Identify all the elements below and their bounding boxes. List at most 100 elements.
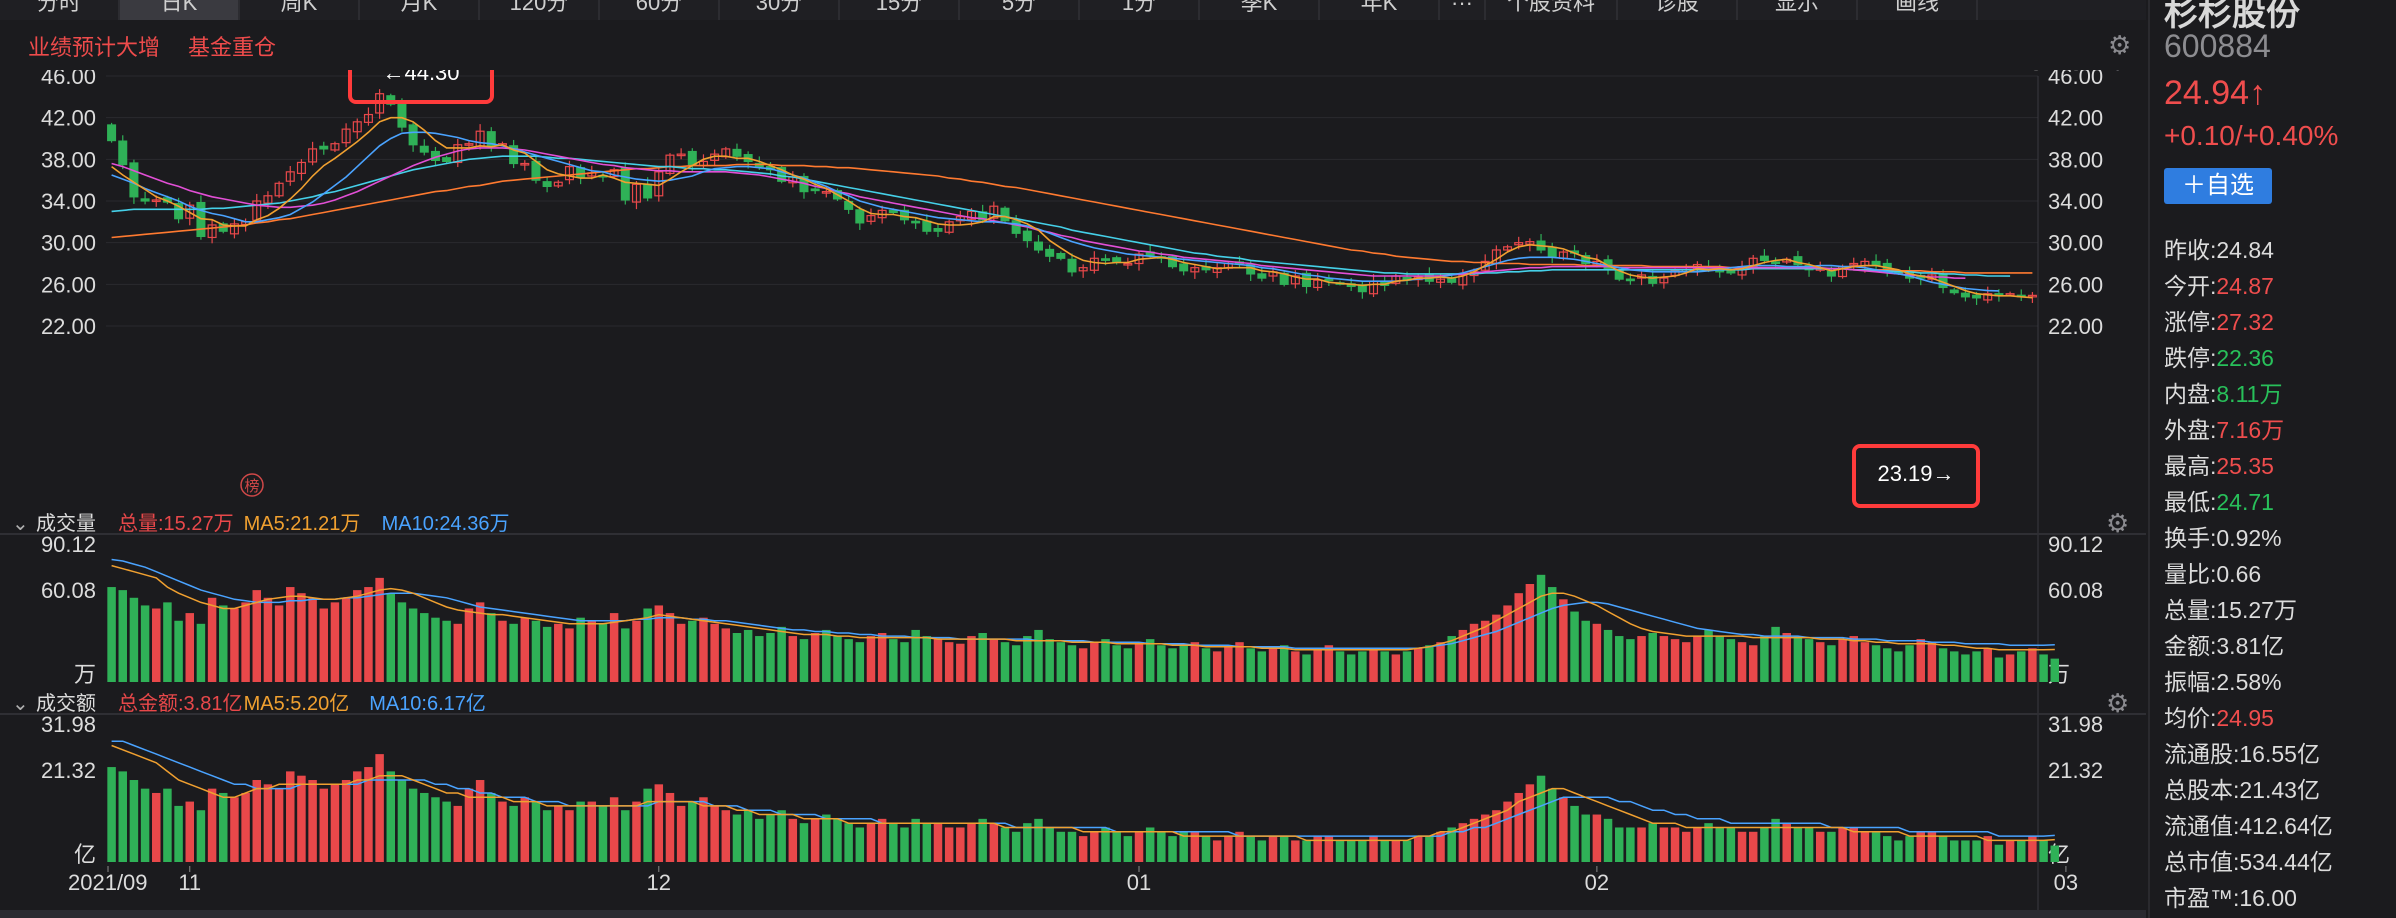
volume-bar [420, 792, 429, 862]
y-tick-left: 30.00 [41, 231, 96, 256]
volume-bar [1045, 827, 1054, 862]
settings-gear-icon[interactable]: ⚙ [2108, 32, 2131, 58]
tab-14[interactable]: 诊股 [1618, 0, 1738, 20]
volume-bar [1268, 836, 1278, 862]
tab-4[interactable]: 120分 [480, 0, 600, 20]
volume-bar [587, 620, 597, 682]
volume-bar [1793, 636, 1803, 682]
stock-chart-svg: ⌄MAMA5:24.72MA10:25.37MA20:26.59MA30:26.… [0, 36, 2346, 910]
volume-bar [1536, 574, 1546, 682]
tab-12[interactable]: ··· [1440, 0, 1486, 20]
volume-bar [1023, 636, 1032, 682]
stat-value: 7.16万 [2216, 417, 2285, 443]
volume-bar [587, 801, 597, 862]
x-label: 01 [1127, 870, 1151, 895]
volume-bar [219, 792, 228, 862]
volume-bar [1268, 648, 1278, 682]
volume-bar [241, 602, 250, 682]
volume-bar [1257, 840, 1267, 862]
tab-6[interactable]: 30分 [720, 0, 840, 20]
volume-bar [1157, 831, 1166, 862]
volume-bar [1358, 840, 1367, 862]
volume-bar [755, 818, 764, 862]
tab-11[interactable]: 年K [1320, 0, 1440, 20]
candle [1056, 253, 1066, 259]
volume-bar [1838, 639, 1847, 682]
y-tick-right: 46.00 [2048, 70, 2103, 89]
volume-bar [1614, 636, 1624, 682]
adjust-chevron-icon: ⌄ [1918, 70, 1935, 73]
tab-15[interactable]: 显示 [1738, 0, 1858, 20]
candle [1179, 263, 1189, 272]
tab-2[interactable]: 周K [240, 0, 360, 20]
volume-bar [1246, 836, 1255, 862]
y-tick-right: 42.00 [2048, 106, 2103, 131]
stat-label: 今开: [2164, 273, 2217, 299]
tab-9[interactable]: 1分 [1080, 0, 1200, 20]
volume-bar [1335, 840, 1345, 862]
volume-bar [1681, 642, 1691, 682]
earnings-forecast-link[interactable]: 业绩预计大增 [28, 30, 160, 62]
volume-bar [1994, 844, 2004, 862]
volume-bar [1581, 620, 1590, 682]
volume-bar [1838, 827, 1847, 862]
stat-row: 昨收:24.84 [2164, 232, 2394, 268]
main-collapse-icon: ⌄ [12, 70, 29, 73]
candle [1625, 278, 1635, 282]
tab-10[interactable]: 季K [1200, 0, 1320, 20]
candle [810, 188, 820, 192]
volume-bar [531, 620, 541, 682]
add-watchlist-button[interactable]: ＋自选 [2164, 168, 2272, 204]
tab-5[interactable]: 60分 [600, 0, 720, 20]
stat-label: 跌停: [2164, 345, 2217, 371]
candle [397, 103, 407, 128]
stat-row: 跌停:22.36 [2164, 340, 2394, 376]
volume-bar [598, 623, 608, 682]
fund-holdings-link[interactable]: 基金重仓 [188, 30, 276, 62]
tab-3[interactable]: 月K [360, 0, 480, 20]
app-root: 分时 日K 周K 月K 120分 60分 30分 15分 5分 1分 季K 年K ··· 个股资料 诊股 显示… [0, 0, 2396, 918]
tab-1[interactable]: 日K [120, 0, 240, 20]
volume-bar [1670, 827, 1680, 862]
volume-bar [1324, 645, 1334, 682]
stat-label: 总市值: [2164, 849, 2240, 875]
stat-label: 换手: [2164, 525, 2217, 551]
tab-13[interactable]: 个股资料 [1486, 0, 1618, 20]
volume-bar [1134, 831, 1144, 862]
volume-bar [1212, 651, 1222, 682]
volume-bar [207, 597, 217, 682]
panel-collapse-icon: ⌄ [12, 513, 29, 535]
volume-bar [1726, 639, 1736, 682]
tab-0[interactable]: 分时 [0, 0, 120, 20]
volume-bar [565, 628, 574, 682]
bottom-scrollbar[interactable] [0, 910, 2146, 918]
quote-panel: 杉杉股份 600884 24.94↑ +0.10/+0.40% ＋自选 昨收:2… [2148, 0, 2396, 918]
volume-bar [375, 754, 384, 862]
volume-bar [743, 629, 753, 682]
candle [1011, 220, 1021, 234]
stat-row: 最高:25.35 [2164, 448, 2394, 484]
volume-bar [1882, 648, 1892, 682]
volume-bar [1358, 651, 1367, 682]
tab-7[interactable]: 15分 [840, 0, 960, 20]
volume-bar [542, 626, 552, 682]
volume-bar [911, 818, 920, 862]
volume-bar [1536, 775, 1546, 862]
volume-bar [364, 587, 373, 682]
y-tick-right: 38.00 [2048, 147, 2103, 172]
candle [118, 140, 128, 166]
chart-area: ⌄MAMA5:24.72MA10:25.37MA20:26.59MA30:26.… [0, 36, 2346, 915]
volume-bar [274, 788, 284, 862]
tab-8[interactable]: 5分 [960, 0, 1080, 20]
volume-bar [1894, 651, 1903, 682]
volume-bar [1972, 840, 1981, 862]
tab-16[interactable]: 画线 [1858, 0, 1978, 20]
volume-bar [1804, 827, 1814, 862]
volume-bar [922, 823, 932, 862]
candle [1972, 294, 1982, 299]
volume-bar [118, 771, 127, 862]
volume-bar [1302, 654, 1311, 682]
volume-bar [1603, 818, 1613, 862]
period-tabs: 分时 日K 周K 月K 120分 60分 30分 15分 5分 1分 季K 年K ··· 个股资料 诊股 显示… [0, 0, 2146, 20]
y-tick-left: 26.00 [41, 272, 96, 297]
